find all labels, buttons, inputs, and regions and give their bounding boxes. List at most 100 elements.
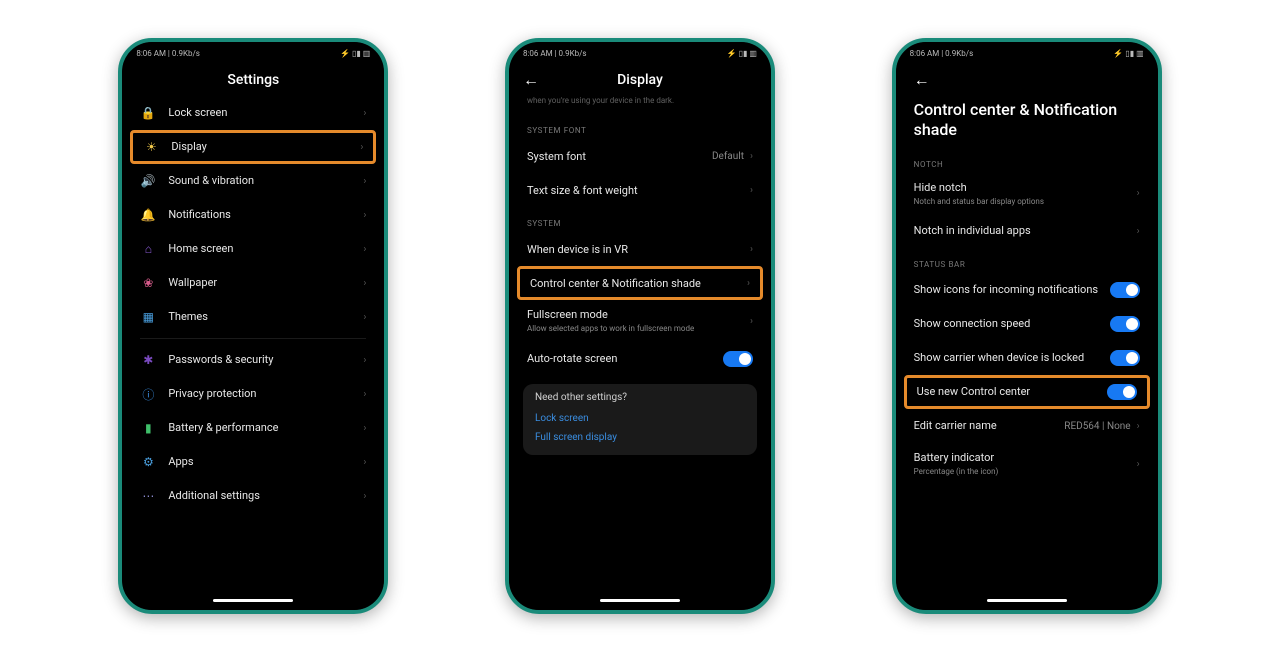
status-time: 8:06 AM | 0.9Kb/s <box>136 49 200 58</box>
cc-item-use-new-control-center[interactable]: Use new Control center <box>904 375 1150 409</box>
status-time: 8:06 AM | 0.9Kb/s <box>523 49 587 58</box>
battery-performance-icon: ▮ <box>140 420 156 436</box>
settings-item-wallpaper[interactable]: ❀Wallpaper› <box>122 266 384 300</box>
item-label: Hide notch <box>914 181 1131 195</box>
section-label: NOTCH <box>896 148 1158 173</box>
settings-item-home-screen[interactable]: ⌂ Home screen › <box>122 232 384 266</box>
item-label: Home screen <box>168 242 233 255</box>
chevron-right-icon: › <box>363 355 366 366</box>
item-label: Display <box>171 140 207 153</box>
settings-item-themes[interactable]: ▦ Themes › <box>122 300 384 334</box>
themes-icon: ▦ <box>140 309 156 325</box>
phone-display: 8:06 AM | 0.9Kb/s ⚡ ▯▮ ▥ ← Display when … <box>505 38 775 614</box>
chevron-right-icon: › <box>363 244 366 255</box>
chevron-right-icon: › <box>363 491 366 502</box>
titlebar: ← Display <box>509 64 771 96</box>
chevron-right-icon: › <box>1137 459 1140 470</box>
chevron-right-icon: › <box>750 185 753 196</box>
page-title: Display <box>617 72 663 88</box>
status-icons: ⚡ ▯▮ ▥ <box>727 49 757 58</box>
status-time: 8:06 AM | 0.9Kb/s <box>910 49 974 58</box>
item-label: Privacy protection <box>168 387 256 400</box>
status-bar: 8:06 AM | 0.9Kb/s ⚡ ▯▮ ▥ <box>509 42 771 64</box>
settings-item-passwords-security[interactable]: ✱ Passwords & security › <box>122 343 384 377</box>
item-label: Use new Control center <box>917 385 1103 399</box>
need-other-settings-card: Need other settings?Lock screenFull scre… <box>523 384 757 455</box>
item-subtext: Notch and status bar display options <box>914 197 1131 207</box>
item-label: Battery & performance <box>168 421 278 434</box>
chevron-right-icon: › <box>363 423 366 434</box>
item-label: Fullscreen mode <box>527 308 744 322</box>
hint-text: when you're using your device in the dar… <box>509 96 771 114</box>
chevron-right-icon: › <box>363 389 366 400</box>
item-label: Wallpaper <box>168 276 217 289</box>
home-indicator[interactable] <box>600 599 680 602</box>
chevron-right-icon: › <box>1137 226 1140 237</box>
display-item-auto-rotate-screen[interactable]: Auto-rotate screen <box>509 342 771 376</box>
section-label: STATUS BAR <box>896 248 1158 273</box>
chevron-right-icon: › <box>360 142 363 153</box>
settings-list: 🔒Lock screen› ☀ Display › 🔊 Sound & vibration… <box>122 96 384 595</box>
settings-item-display[interactable]: ☀ Display › <box>130 130 376 164</box>
settings-item-lock-screen[interactable]: 🔒Lock screen› <box>122 96 384 130</box>
chevron-right-icon: › <box>750 316 753 327</box>
chevron-right-icon: › <box>363 108 366 119</box>
settings-item-notifications[interactable]: 🔔Notifications› <box>122 198 384 232</box>
settings-item-battery-performance[interactable]: ▮ Battery & performance › <box>122 411 384 445</box>
toggle-switch[interactable] <box>1110 350 1140 366</box>
status-bar: 8:06 AM | 0.9Kb/s ⚡ ▯▮ ▥ <box>122 42 384 64</box>
link-lock-screen[interactable]: Lock screen <box>535 409 745 428</box>
cc-item-notch-in-individual-apps[interactable]: Notch in individual apps › <box>896 214 1158 248</box>
cc-list: NOTCH Hide notch Notch and status bar disp… <box>896 148 1158 595</box>
item-label: Additional settings <box>168 489 260 502</box>
display-item-fullscreen-mode[interactable]: Fullscreen mode Allow selected apps to wo… <box>509 300 771 341</box>
phone-control-center: 8:06 AM | 0.9Kb/s ⚡ ▯▮ ▥ ← Control cente… <box>892 38 1162 614</box>
cc-item-show-carrier-when-device-is-locked[interactable]: Show carrier when device is locked <box>896 341 1158 375</box>
display-item-control-center-notification-shade[interactable]: Control center & Notification shade› <box>517 266 763 300</box>
item-subtext: Allow selected apps to work in fullscree… <box>527 324 744 334</box>
toggle-switch[interactable] <box>1110 282 1140 298</box>
item-value: RED564 | None <box>1064 421 1130 432</box>
settings-item-additional-settings[interactable]: ⋯ Additional settings › <box>122 479 384 513</box>
chevron-right-icon: › <box>363 312 366 323</box>
chevron-right-icon: › <box>363 278 366 289</box>
cc-item-battery-indicator[interactable]: Battery indicatorPercentage (in the icon… <box>896 443 1158 484</box>
display-item-text-size-font-weight[interactable]: Text size & font weight › <box>509 173 771 207</box>
item-label: When device is in VR <box>527 243 744 257</box>
apps-icon: ⚙ <box>140 454 156 470</box>
item-label: Text size & font weight <box>527 184 744 198</box>
home-screen-icon: ⌂ <box>140 241 156 257</box>
section-label: SYSTEM FONT <box>509 114 771 139</box>
item-label: Edit carrier name <box>914 419 1065 433</box>
titlebar: ← <box>896 64 1158 96</box>
item-label: Themes <box>168 310 208 323</box>
toggle-switch[interactable] <box>1110 316 1140 332</box>
link-full-screen-display[interactable]: Full screen display <box>535 428 745 447</box>
passwords-security-icon: ✱ <box>140 352 156 368</box>
display-item-when-device-is-in-vr[interactable]: When device is in VR › <box>509 232 771 266</box>
item-label: Notch in individual apps <box>914 224 1131 238</box>
cc-item-show-icons-for-incoming-notifications[interactable]: Show icons for incoming notifications <box>896 273 1158 307</box>
chevron-right-icon: › <box>750 244 753 255</box>
toggle-switch[interactable] <box>723 351 753 367</box>
cc-item-hide-notch[interactable]: Hide notch Notch and status bar display o… <box>896 173 1158 214</box>
item-label: Passwords & security <box>168 353 273 366</box>
additional-settings-icon: ⋯ <box>140 488 156 504</box>
item-label: Sound & vibration <box>168 174 254 187</box>
settings-item-privacy-protection[interactable]: ⓘPrivacy protection› <box>122 377 384 411</box>
back-icon[interactable]: ← <box>523 70 539 90</box>
cc-item-edit-carrier-name[interactable]: Edit carrier nameRED564 | None› <box>896 409 1158 443</box>
status-icons: ⚡ ▯▮ ▥ <box>340 49 370 58</box>
sound-vibration-icon: 🔊 <box>140 173 156 189</box>
back-icon[interactable]: ← <box>914 70 930 90</box>
display-icon: ☀ <box>143 139 159 155</box>
settings-item-apps[interactable]: ⚙Apps› <box>122 445 384 479</box>
cc-item-show-connection-speed[interactable]: Show connection speed <box>896 307 1158 341</box>
toggle-switch[interactable] <box>1107 384 1137 400</box>
display-item-system-font[interactable]: System fontDefault› <box>509 139 771 173</box>
chevron-right-icon: › <box>363 210 366 221</box>
home-indicator[interactable] <box>213 599 293 602</box>
settings-item-sound-vibration[interactable]: 🔊Sound & vibration› <box>122 164 384 198</box>
notifications-icon: 🔔 <box>140 207 156 223</box>
home-indicator[interactable] <box>987 599 1067 602</box>
